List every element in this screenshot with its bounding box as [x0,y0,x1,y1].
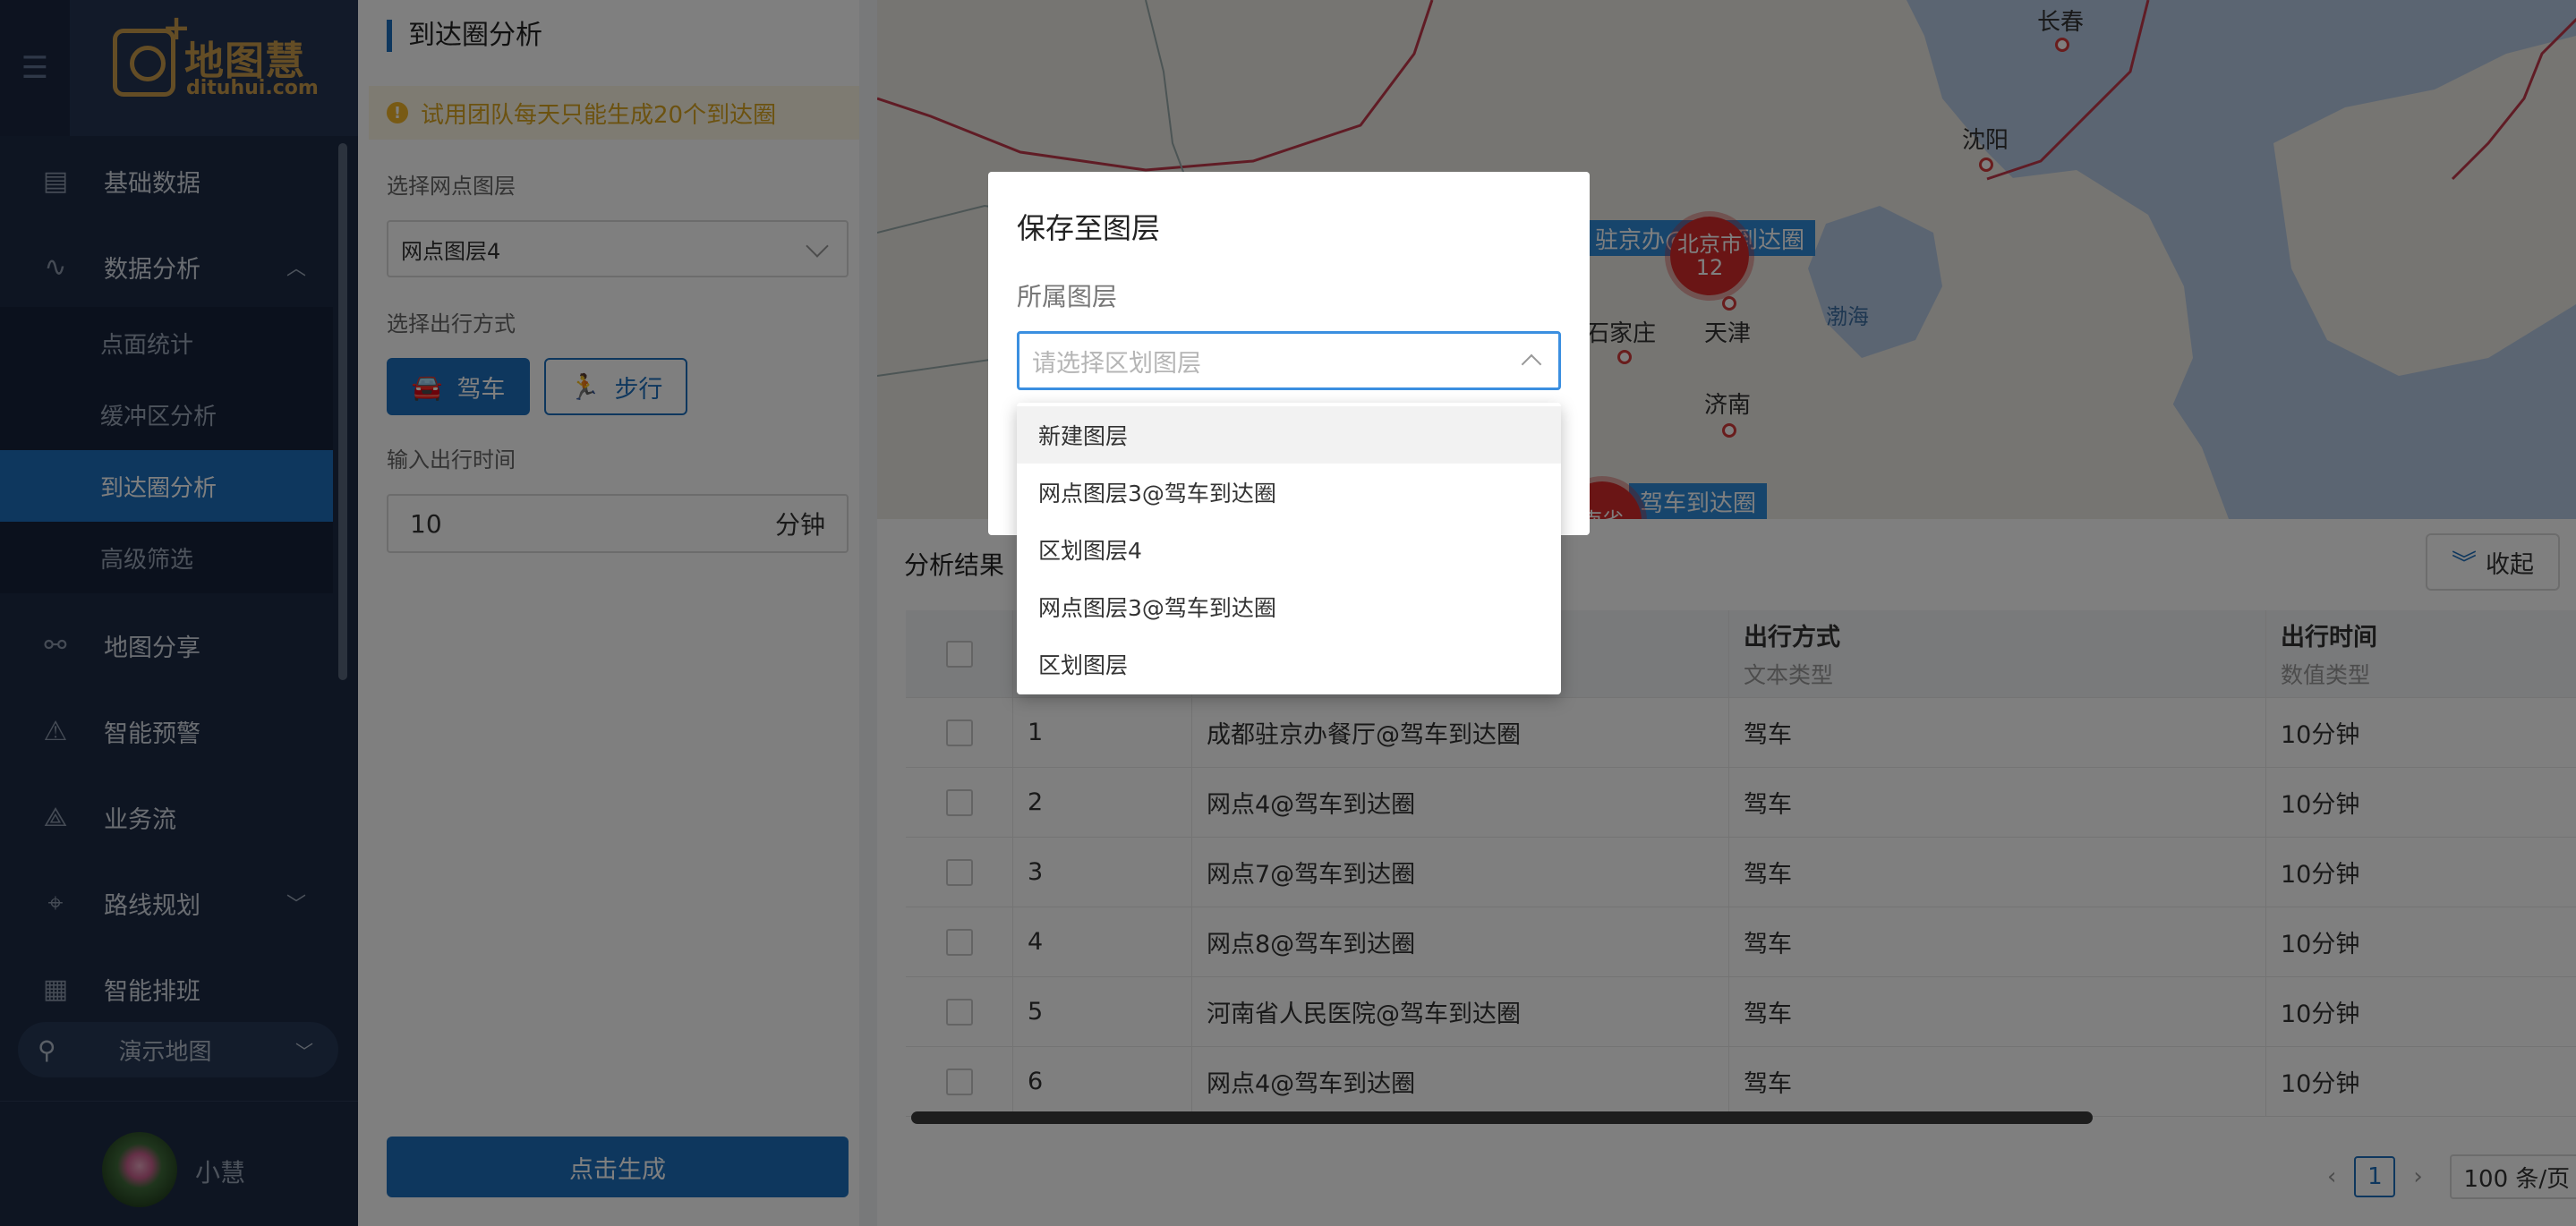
dropdown-option[interactable]: 区划图层4 [1017,521,1561,578]
dropdown-option[interactable]: 区划图层 [1017,635,1561,693]
layer-select[interactable]: 请选择区划图层 [1017,331,1561,390]
layer-select-placeholder: 请选择区划图层 [1032,349,1201,378]
layer-dropdown: 新建图层 网点图层3@驾车到达圈 区划图层4 网点图层3@驾车到达圈 区划图层 [1017,403,1561,694]
dropdown-option[interactable]: 网点图层3@驾车到达圈 [1017,464,1561,521]
dialog-title: 保存至图层 [1017,211,1161,245]
dropdown-option[interactable]: 新建图层 [1017,406,1561,464]
dropdown-option[interactable]: 网点图层3@驾车到达圈 [1017,578,1561,635]
chevron-up-icon [1521,353,1542,375]
layer-field-label: 所属图层 [1017,282,1118,311]
